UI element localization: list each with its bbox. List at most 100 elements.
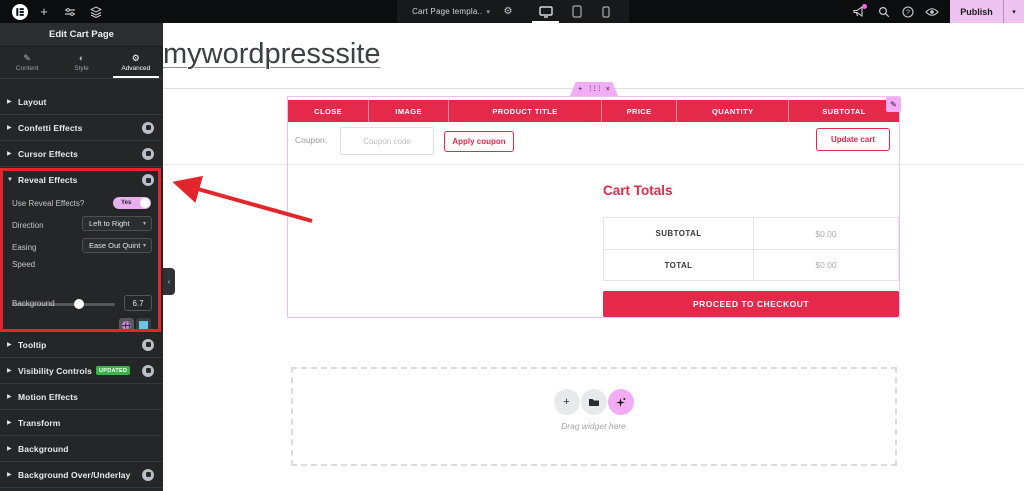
easing-select[interactable]: Ease Out Quint ▾ <box>82 238 152 253</box>
cart-totals-table: SUBTOTAL $0.00 TOTAL $0.00 <box>603 217 899 281</box>
total-label: TOTAL <box>604 250 754 280</box>
table-row: TOTAL $0.00 <box>604 249 898 280</box>
ai-builder-button[interactable] <box>607 389 634 415</box>
coupon-code-input[interactable] <box>340 127 434 155</box>
editor-panel: Edit Cart Page ✎ Content ◐ Style ⚙ Advan… <box>0 23 163 491</box>
publish-button[interactable]: Publish ▾ <box>950 0 1024 23</box>
addon-badge-icon <box>142 364 154 377</box>
device-mobile-button[interactable] <box>592 0 619 23</box>
section-visibility-controls[interactable]: ▶ Visibility Controls UPDATED <box>0 358 163 384</box>
mobile-icon <box>601 5 610 18</box>
site-title[interactable]: mywordpresssite <box>163 38 381 71</box>
column-product-title: PRODUCT TITLE <box>449 100 602 122</box>
coupon-label: Coupon: <box>295 135 328 145</box>
background-color-swatch[interactable] <box>136 318 151 333</box>
add-element-icon[interactable]: + <box>36 0 52 23</box>
page-settings-icon[interactable]: ⚙ <box>500 0 516 23</box>
color-swatch <box>139 321 148 330</box>
whats-new-button[interactable] <box>848 0 868 23</box>
subtotal-value: $0.00 <box>815 228 837 239</box>
active-device-indicator <box>532 21 559 23</box>
drag-widget-hint: Drag widget here <box>561 421 626 431</box>
document-title: Cart Page templa.. <box>412 7 483 16</box>
column-subtotal: SUBTOTAL <box>822 106 866 116</box>
section-transform[interactable]: ▶ Transform <box>0 410 163 436</box>
template-library-button[interactable] <box>580 389 607 415</box>
chevron-right-icon: ▶ <box>7 342 12 348</box>
column-quantity: QUANTITY <box>677 100 790 122</box>
chevron-down-icon: ▾ <box>142 221 146 227</box>
section-reveal-effects[interactable]: ▼ Reveal Effects <box>0 167 163 193</box>
preview-button[interactable] <box>922 0 942 23</box>
structure-icon[interactable] <box>88 0 104 23</box>
element-manager-icon[interactable] <box>62 0 78 23</box>
drag-handle-icon[interactable]: ⋮⋮⋮ <box>587 86 602 92</box>
chevron-right-icon: ▶ <box>7 368 12 374</box>
elementor-editor: + Cart Page templa.. ▾ ⚙ ? Publish ▾ Edi… <box>0 0 1024 491</box>
addon-badge-icon <box>142 147 154 160</box>
proceed-to-checkout-button[interactable]: PROCEED TO CHECKOUT <box>603 291 899 317</box>
edit-widget-button[interactable]: ✎ <box>886 97 901 112</box>
tab-content[interactable]: ✎ Content <box>0 47 54 78</box>
gear-icon: ⚙ <box>131 52 140 63</box>
subtotal-label: SUBTOTAL <box>604 218 754 249</box>
toggle-knob <box>140 198 150 208</box>
speed-slider-thumb[interactable] <box>74 299 84 309</box>
total-value: $0.00 <box>815 260 837 270</box>
background-label: Background <box>12 299 55 308</box>
chevron-right-icon: ▶ <box>7 394 12 400</box>
document-switcher[interactable]: Cart Page templa.. ▾ <box>408 0 494 23</box>
chevron-down-icon: ▼ <box>7 177 13 183</box>
section-background-over-underlay[interactable]: ▶ Background Over/Underlay <box>0 462 163 488</box>
dynamic-value-button[interactable] <box>119 318 134 333</box>
globe-icon <box>122 321 131 330</box>
speed-label: Speed <box>12 260 36 269</box>
addon-badge-icon <box>142 338 154 351</box>
elementor-logo-icon <box>12 3 28 20</box>
add-widget-button[interactable]: + <box>553 389 580 415</box>
chevron-right-icon: ▶ <box>7 446 12 452</box>
notification-dot <box>862 4 867 9</box>
panel-title: Edit Cart Page <box>0 23 163 47</box>
tab-style[interactable]: ◐ Style <box>54 47 108 78</box>
elementor-logo[interactable] <box>10 0 30 23</box>
cart-totals-title: Cart Totals <box>603 183 673 198</box>
apply-coupon-button[interactable]: Apply coupon <box>444 131 514 152</box>
drop-zone-actions: + <box>163 389 1024 415</box>
section-confetti-effects[interactable]: ▶ Confetti Effects <box>0 115 163 141</box>
pencil-icon: ✎ <box>23 52 31 63</box>
close-icon[interactable]: × <box>606 86 610 93</box>
eye-icon <box>925 7 939 16</box>
add-icon[interactable]: + <box>578 86 582 93</box>
drop-zone[interactable] <box>291 367 897 466</box>
sliders-icon <box>65 7 75 16</box>
finder-search-button[interactable] <box>874 0 894 23</box>
section-tooltip[interactable]: ▶ Tooltip <box>0 332 163 358</box>
use-reveal-toggle[interactable]: Yes <box>113 197 151 209</box>
column-close: CLOSE <box>288 100 370 122</box>
element-handle[interactable]: + ⋮⋮⋮ × <box>570 82 618 96</box>
speed-input[interactable] <box>124 295 152 311</box>
section-background[interactable]: ▶ Background <box>0 436 163 462</box>
device-tablet-button[interactable] <box>563 0 590 23</box>
folder-icon <box>588 399 599 406</box>
column-price: PRICE <box>602 100 678 122</box>
section-cursor-effects[interactable]: ▶ Cursor Effects <box>0 141 163 167</box>
chevron-right-icon: ▶ <box>7 151 12 157</box>
panel-tabs: ✎ Content ◐ Style ⚙ Advanced <box>0 47 163 79</box>
tab-advanced[interactable]: ⚙ Advanced <box>109 47 163 78</box>
tablet-icon <box>571 5 582 18</box>
addon-badge-icon <box>142 174 154 186</box>
section-motion-effects[interactable]: ▶ Motion Effects <box>0 384 163 410</box>
direction-select[interactable]: Left to Right ▾ <box>82 216 152 231</box>
section-layout[interactable]: ▶ Layout <box>0 89 163 115</box>
chevron-down-icon: ▾ <box>486 8 490 16</box>
help-icon: ? <box>902 5 914 18</box>
help-button[interactable]: ? <box>898 0 918 23</box>
publish-options-chevron-icon[interactable]: ▾ <box>1004 8 1024 16</box>
update-cart-button[interactable]: Update cart <box>816 128 890 151</box>
device-desktop-button[interactable] <box>532 0 559 23</box>
layers-icon <box>90 5 102 18</box>
panel-collapse-handle[interactable]: ‹ <box>163 268 175 295</box>
chevron-down-icon: ▾ <box>142 243 146 249</box>
